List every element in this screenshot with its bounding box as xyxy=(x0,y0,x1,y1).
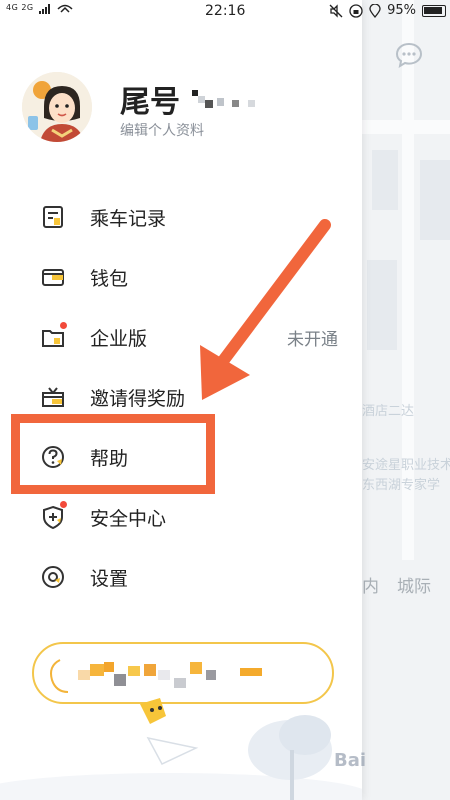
menu-label-ride-records: 乘车记录 xyxy=(90,207,167,230)
username-text: 尾号 xyxy=(120,85,180,120)
menu-label-invite: 邀请得奖励 xyxy=(90,387,186,410)
edit-profile-link[interactable]: 编辑个人资料 xyxy=(120,120,204,140)
decorative-illustration xyxy=(0,698,362,800)
wallet-icon xyxy=(40,264,66,290)
menu-item-safety-center[interactable]: 安全中心 xyxy=(40,497,340,537)
message-icon[interactable] xyxy=(394,40,424,70)
network-indicator: 4G 2G xyxy=(6,4,79,14)
safety-badge xyxy=(60,501,67,508)
status-bar: 4G 2G 22:16 xyxy=(0,0,362,24)
background-map: 酒店二达 安途星职业技术 东西湖专家学 内 xyxy=(362,0,450,800)
settings-icon xyxy=(40,564,66,590)
tab-intercity[interactable]: 城际 xyxy=(397,572,431,597)
status-right: 95% xyxy=(329,3,446,18)
username[interactable]: 尾号 xyxy=(120,77,258,121)
gift-icon xyxy=(40,384,66,410)
avatar[interactable] xyxy=(22,72,92,142)
mute-icon xyxy=(329,3,343,18)
network-label: 4G 2G xyxy=(6,3,34,12)
clock: 22:16 xyxy=(205,3,246,19)
lock-rotation-icon xyxy=(349,3,363,18)
side-drawer: 4G 2G 22:16 尾号 编辑个人资料 乘车记录 钱包 企业版 未开通 邀请… xyxy=(0,0,362,800)
ride-record-icon xyxy=(40,204,66,230)
signal-icon xyxy=(38,4,73,14)
location-icon xyxy=(369,3,381,18)
watermark: Bai xyxy=(334,750,367,771)
shield-icon xyxy=(40,501,67,530)
tab-inner[interactable]: 内 xyxy=(362,572,379,597)
battery-icon xyxy=(422,4,446,17)
help-highlight-box xyxy=(11,414,215,494)
menu-label-settings: 设置 xyxy=(90,567,129,590)
enterprise-badge xyxy=(60,322,67,329)
annotation-arrow xyxy=(200,219,331,400)
masked-number xyxy=(190,87,258,122)
menu-item-settings[interactable]: 设置 xyxy=(40,557,340,597)
battery-percent: 95% xyxy=(387,3,416,18)
menu-label-safety-center: 安全中心 xyxy=(90,507,167,530)
menu-label-enterprise: 企业版 xyxy=(90,327,148,350)
enterprise-icon xyxy=(40,322,67,350)
menu-label-wallet: 钱包 xyxy=(90,267,129,290)
